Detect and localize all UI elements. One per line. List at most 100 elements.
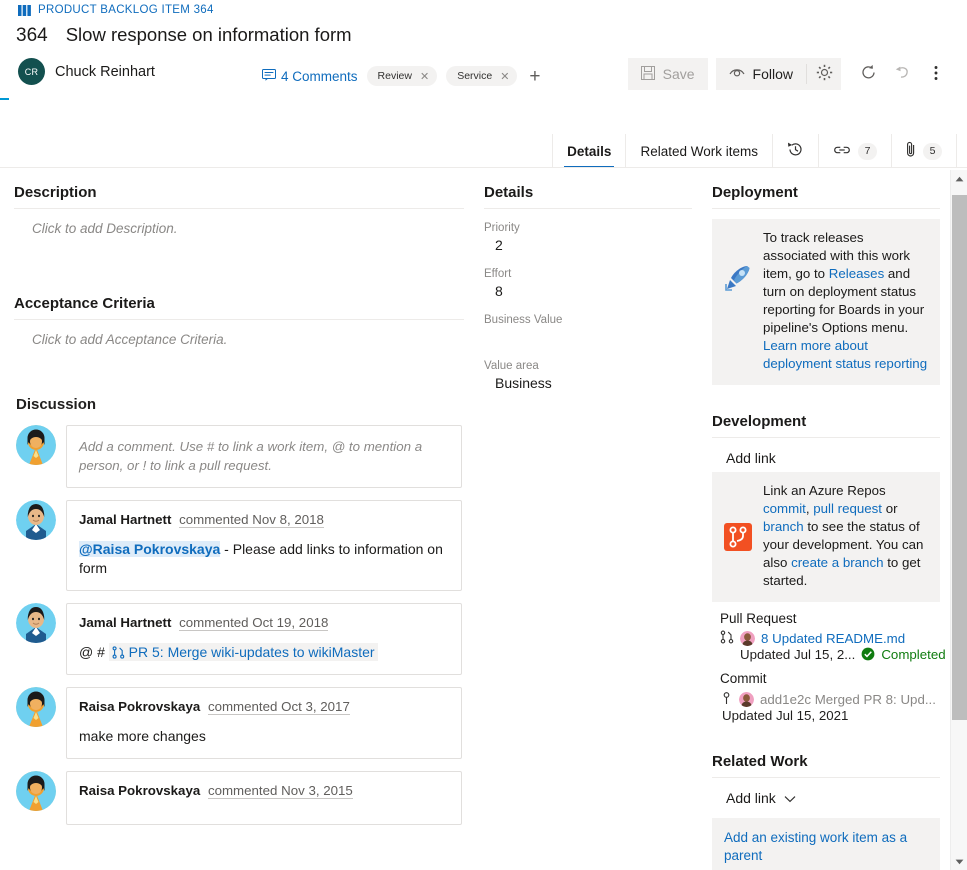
add-parent-link[interactable]: Add an existing work item as a parent <box>724 830 907 863</box>
comment-box[interactable]: Raisa Pokrovskaya commented Nov 3, 2015 <box>66 771 462 825</box>
tag-review[interactable]: Review ✕ <box>366 66 438 86</box>
commit-link[interactable]: commit <box>763 501 806 516</box>
related-work-add-link-button[interactable]: Add link <box>712 778 940 810</box>
work-item-tabs: Details Related Work items 7 5 <box>552 134 957 168</box>
tab-history[interactable] <box>773 134 819 168</box>
work-item-id: 364 <box>16 25 48 46</box>
comments-link[interactable]: 4 Comments <box>262 68 358 84</box>
avatar <box>16 687 56 727</box>
commit-updated: Updated Jul 15, 2021 <box>722 708 849 723</box>
comment-box[interactable]: Jamal Hartnett commented Nov 8, 2018 @Ra… <box>66 500 462 591</box>
scroll-down-arrow[interactable] <box>951 853 967 870</box>
tag-label: Service <box>457 70 493 82</box>
comment-item: Raisa Pokrovskaya commented Nov 3, 2015 <box>8 767 470 833</box>
commit-item[interactable]: add1e2c Merged PR 8: Upd... Updated Jul … <box>712 688 940 723</box>
comment-timestamp[interactable]: commented Nov 3, 2015 <box>207 783 353 799</box>
comment-box[interactable]: Jamal Hartnett commented Oct 19, 2018 @ … <box>66 603 462 675</box>
comment-body: @Raisa Pokrovskaya - Please add links to… <box>79 540 449 578</box>
deployment-section: Deployment To track releases associated … <box>706 170 950 385</box>
business-value-value[interactable] <box>484 329 692 347</box>
divider <box>712 208 940 209</box>
learn-more-link[interactable]: Learn more about deployment status repor… <box>763 338 927 371</box>
settings-button[interactable] <box>807 58 841 90</box>
tag-label: Review <box>377 70 412 82</box>
content-right-column: Deployment To track releases associated … <box>706 170 950 870</box>
pull-request-line: 8 Updated README.md <box>720 630 940 647</box>
description-input[interactable]: Click to add Description. <box>14 209 464 281</box>
scroll-up-arrow[interactable] <box>951 170 967 187</box>
commit-link[interactable]: add1e2c Merged PR 8: Upd... <box>760 692 936 707</box>
links-icon <box>833 144 851 159</box>
details-section: Details Priority 2 Effort 8 Business Val… <box>478 170 706 393</box>
effort-value[interactable]: 8 <box>484 283 692 301</box>
work-item-type-breadcrumb[interactable]: PRODUCT BACKLOG ITEM 364 <box>18 4 214 16</box>
work-item-title[interactable]: Slow response on information form <box>66 24 352 46</box>
acceptance-criteria-input[interactable]: Click to add Acceptance Criteria. <box>14 320 464 380</box>
comment-box[interactable]: Raisa Pokrovskaya commented Oct 3, 2017 … <box>66 687 462 759</box>
attachment-icon <box>906 141 916 161</box>
create-branch-link[interactable]: create a branch <box>791 555 883 570</box>
commit-icon <box>720 690 733 708</box>
dev-text-1: Link an Azure Repos <box>763 483 886 498</box>
development-info-card: Link an Azure Repos commit, pull request… <box>712 472 940 602</box>
comment-input[interactable]: Add a comment. Use # to link a work item… <box>66 425 462 488</box>
development-add-link-button[interactable]: Add link <box>712 438 940 470</box>
pull-request-item[interactable]: 8 Updated README.md Updated Jul 15, 2...… <box>712 628 946 662</box>
work-item-type-label: PRODUCT BACKLOG ITEM 364 <box>38 4 214 16</box>
avatar: CR <box>18 58 45 85</box>
related-work-suggestion-card[interactable]: Add an existing work item as a parent <box>712 818 940 870</box>
comments-link-label: 4 Comments <box>281 68 358 84</box>
avatar <box>740 631 755 646</box>
priority-value[interactable]: 2 <box>484 237 692 255</box>
chevron-down-icon <box>784 790 796 806</box>
discussion-title: Discussion <box>16 396 97 413</box>
branch-link[interactable]: branch <box>763 519 804 534</box>
development-title: Development <box>712 413 807 430</box>
comment-timestamp[interactable]: commented Oct 3, 2017 <box>207 699 350 715</box>
details-title: Details <box>484 184 534 201</box>
value-area-label: Value area <box>484 360 539 372</box>
eye-icon <box>729 66 745 82</box>
close-icon[interactable]: ✕ <box>420 70 429 83</box>
tab-attachments[interactable]: 5 <box>892 134 957 168</box>
deployment-info-card: To track releases associated with this w… <box>712 219 940 385</box>
tab-details[interactable]: Details <box>552 134 627 168</box>
pull-request-link[interactable]: pull request <box>813 501 882 516</box>
attachments-count: 5 <box>923 142 942 160</box>
vertical-scrollbar[interactable] <box>950 170 967 870</box>
refresh-button[interactable] <box>851 58 885 90</box>
add-tag-button[interactable]: + <box>526 67 543 86</box>
related-work-title: Related Work <box>712 753 808 770</box>
tag-service[interactable]: Service ✕ <box>446 66 518 86</box>
undo-button[interactable] <box>885 58 919 90</box>
pull-request-link[interactable]: 8 Updated README.md <box>761 631 905 646</box>
commit-updated-line: Updated Jul 15, 2021 <box>720 708 940 723</box>
follow-button[interactable]: Follow <box>716 58 806 90</box>
comment-timestamp[interactable]: commented Nov 8, 2018 <box>179 512 324 528</box>
content-middle-column: Details Priority 2 Effort 8 Business Val… <box>478 170 706 393</box>
releases-link[interactable]: Releases <box>829 266 884 281</box>
save-button-label: Save <box>662 66 695 82</box>
scrollbar-track[interactable] <box>951 187 967 853</box>
more-options-button[interactable] <box>919 58 953 90</box>
related-work-section: Related Work Add link Add an existing wo… <box>706 723 950 870</box>
tab-links[interactable]: 7 <box>819 134 892 168</box>
undo-icon <box>894 64 911 84</box>
tabs-divider <box>0 167 967 168</box>
close-icon[interactable]: ✕ <box>500 70 509 83</box>
avatar <box>16 425 56 465</box>
tab-related-work-items[interactable]: Related Work items <box>626 134 773 168</box>
work-item-content: Description Click to add Description. Ac… <box>0 170 950 870</box>
comment-timestamp[interactable]: commented Oct 19, 2018 <box>179 615 329 631</box>
development-info-text: Link an Azure Repos commit, pull request… <box>763 482 930 590</box>
user-mention[interactable]: @Raisa Pokrovskaya <box>79 541 221 557</box>
comment-author: Raisa Pokrovskaya <box>79 783 201 798</box>
save-button[interactable]: Save <box>627 58 708 90</box>
scrollbar-thumb[interactable] <box>952 195 967 720</box>
assigned-to-row[interactable]: CR Chuck Reinhart <box>18 58 155 85</box>
value-area-value[interactable]: Business <box>484 375 692 393</box>
pull-request-mention[interactable]: PR 5: Merge wiki-updates to wikiMaster <box>108 643 378 661</box>
dev-text-2: or <box>882 501 898 516</box>
pull-request-link[interactable]: PR 5: Merge wiki-updates to wikiMaster <box>129 644 375 660</box>
priority-label: Priority <box>484 222 520 234</box>
